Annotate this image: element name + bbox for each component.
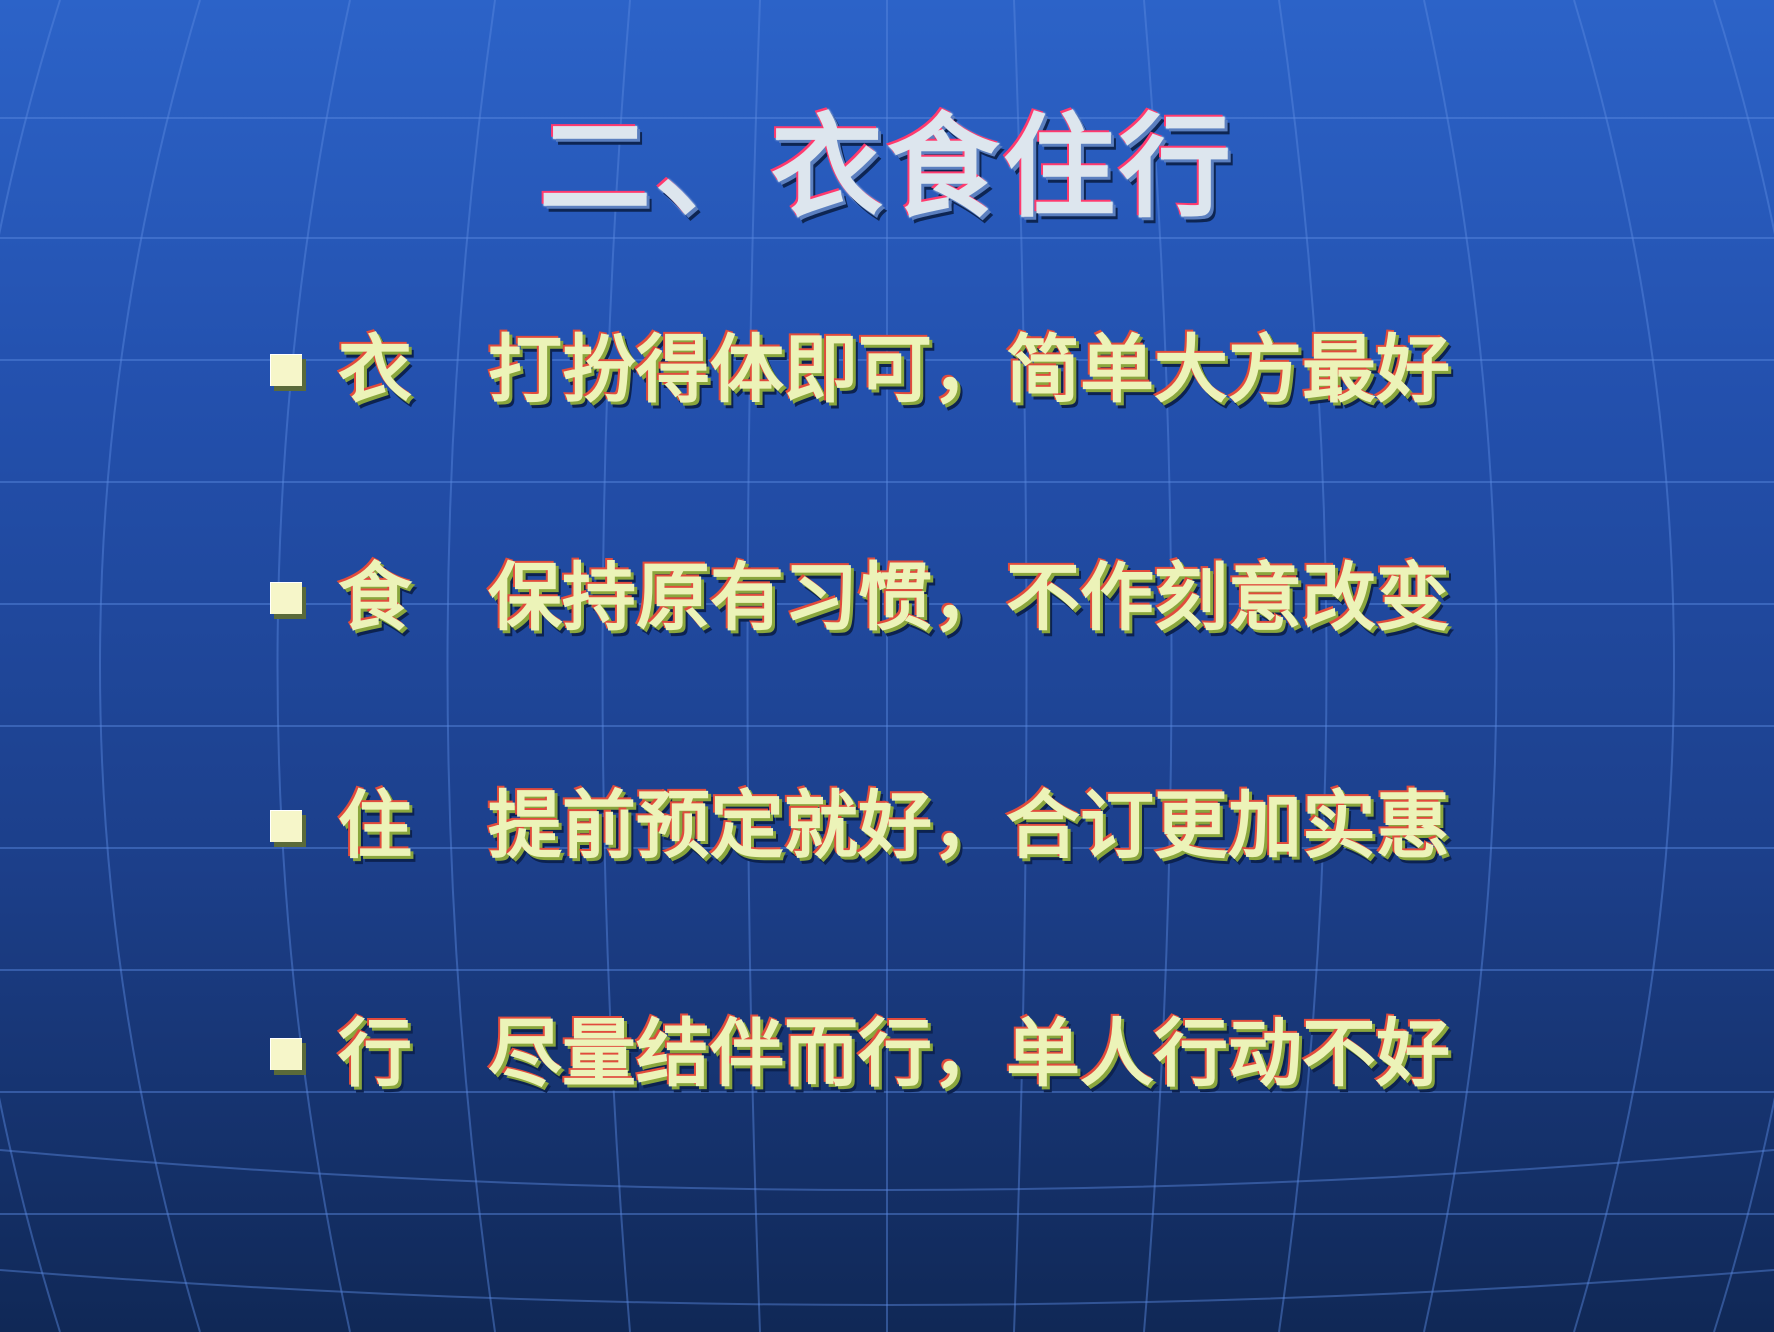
square-bullet-icon xyxy=(270,354,302,386)
bullet-key: 住 xyxy=(338,783,412,869)
bullet-item-food: 食保持原有习惯，不作刻意改变 xyxy=(270,548,1450,648)
bullet-item-clothing: 衣打扮得体即可，简单大方最好 xyxy=(270,320,1450,420)
bullet-item-content: 行尽量结伴而行，单人行动不好 xyxy=(338,1004,1450,1104)
square-bullet-icon xyxy=(270,1038,302,1070)
square-bullet-icon xyxy=(270,582,302,614)
bullet-key: 食 xyxy=(338,555,412,641)
bullet-item-lodging: 住提前预定就好，合订更加实惠 xyxy=(270,776,1450,876)
bullet-item-travel: 行尽量结伴而行，单人行动不好 xyxy=(270,1004,1450,1104)
bullet-key: 行 xyxy=(338,1011,412,1097)
bullet-text: 提前预定就好，合订更加实惠 xyxy=(488,783,1450,869)
bullet-item-content: 住提前预定就好，合订更加实惠 xyxy=(338,776,1450,876)
square-bullet-icon xyxy=(270,810,302,842)
bullet-key: 衣 xyxy=(338,327,412,413)
bullet-list: 衣打扮得体即可，简单大方最好 食保持原有习惯，不作刻意改变 住提前预定就好，合订… xyxy=(270,0,1550,1332)
bullet-item-content: 衣打扮得体即可，简单大方最好 xyxy=(338,320,1450,420)
slide: 二、衣食住行 衣打扮得体即可，简单大方最好 食保持原有习惯，不作刻意改变 住提前… xyxy=(0,0,1774,1332)
bullet-text: 保持原有习惯，不作刻意改变 xyxy=(488,555,1450,641)
bullet-text: 打扮得体即可，简单大方最好 xyxy=(488,327,1450,413)
bullet-item-content: 食保持原有习惯，不作刻意改变 xyxy=(338,548,1450,648)
bullet-text: 尽量结伴而行，单人行动不好 xyxy=(488,1011,1450,1097)
